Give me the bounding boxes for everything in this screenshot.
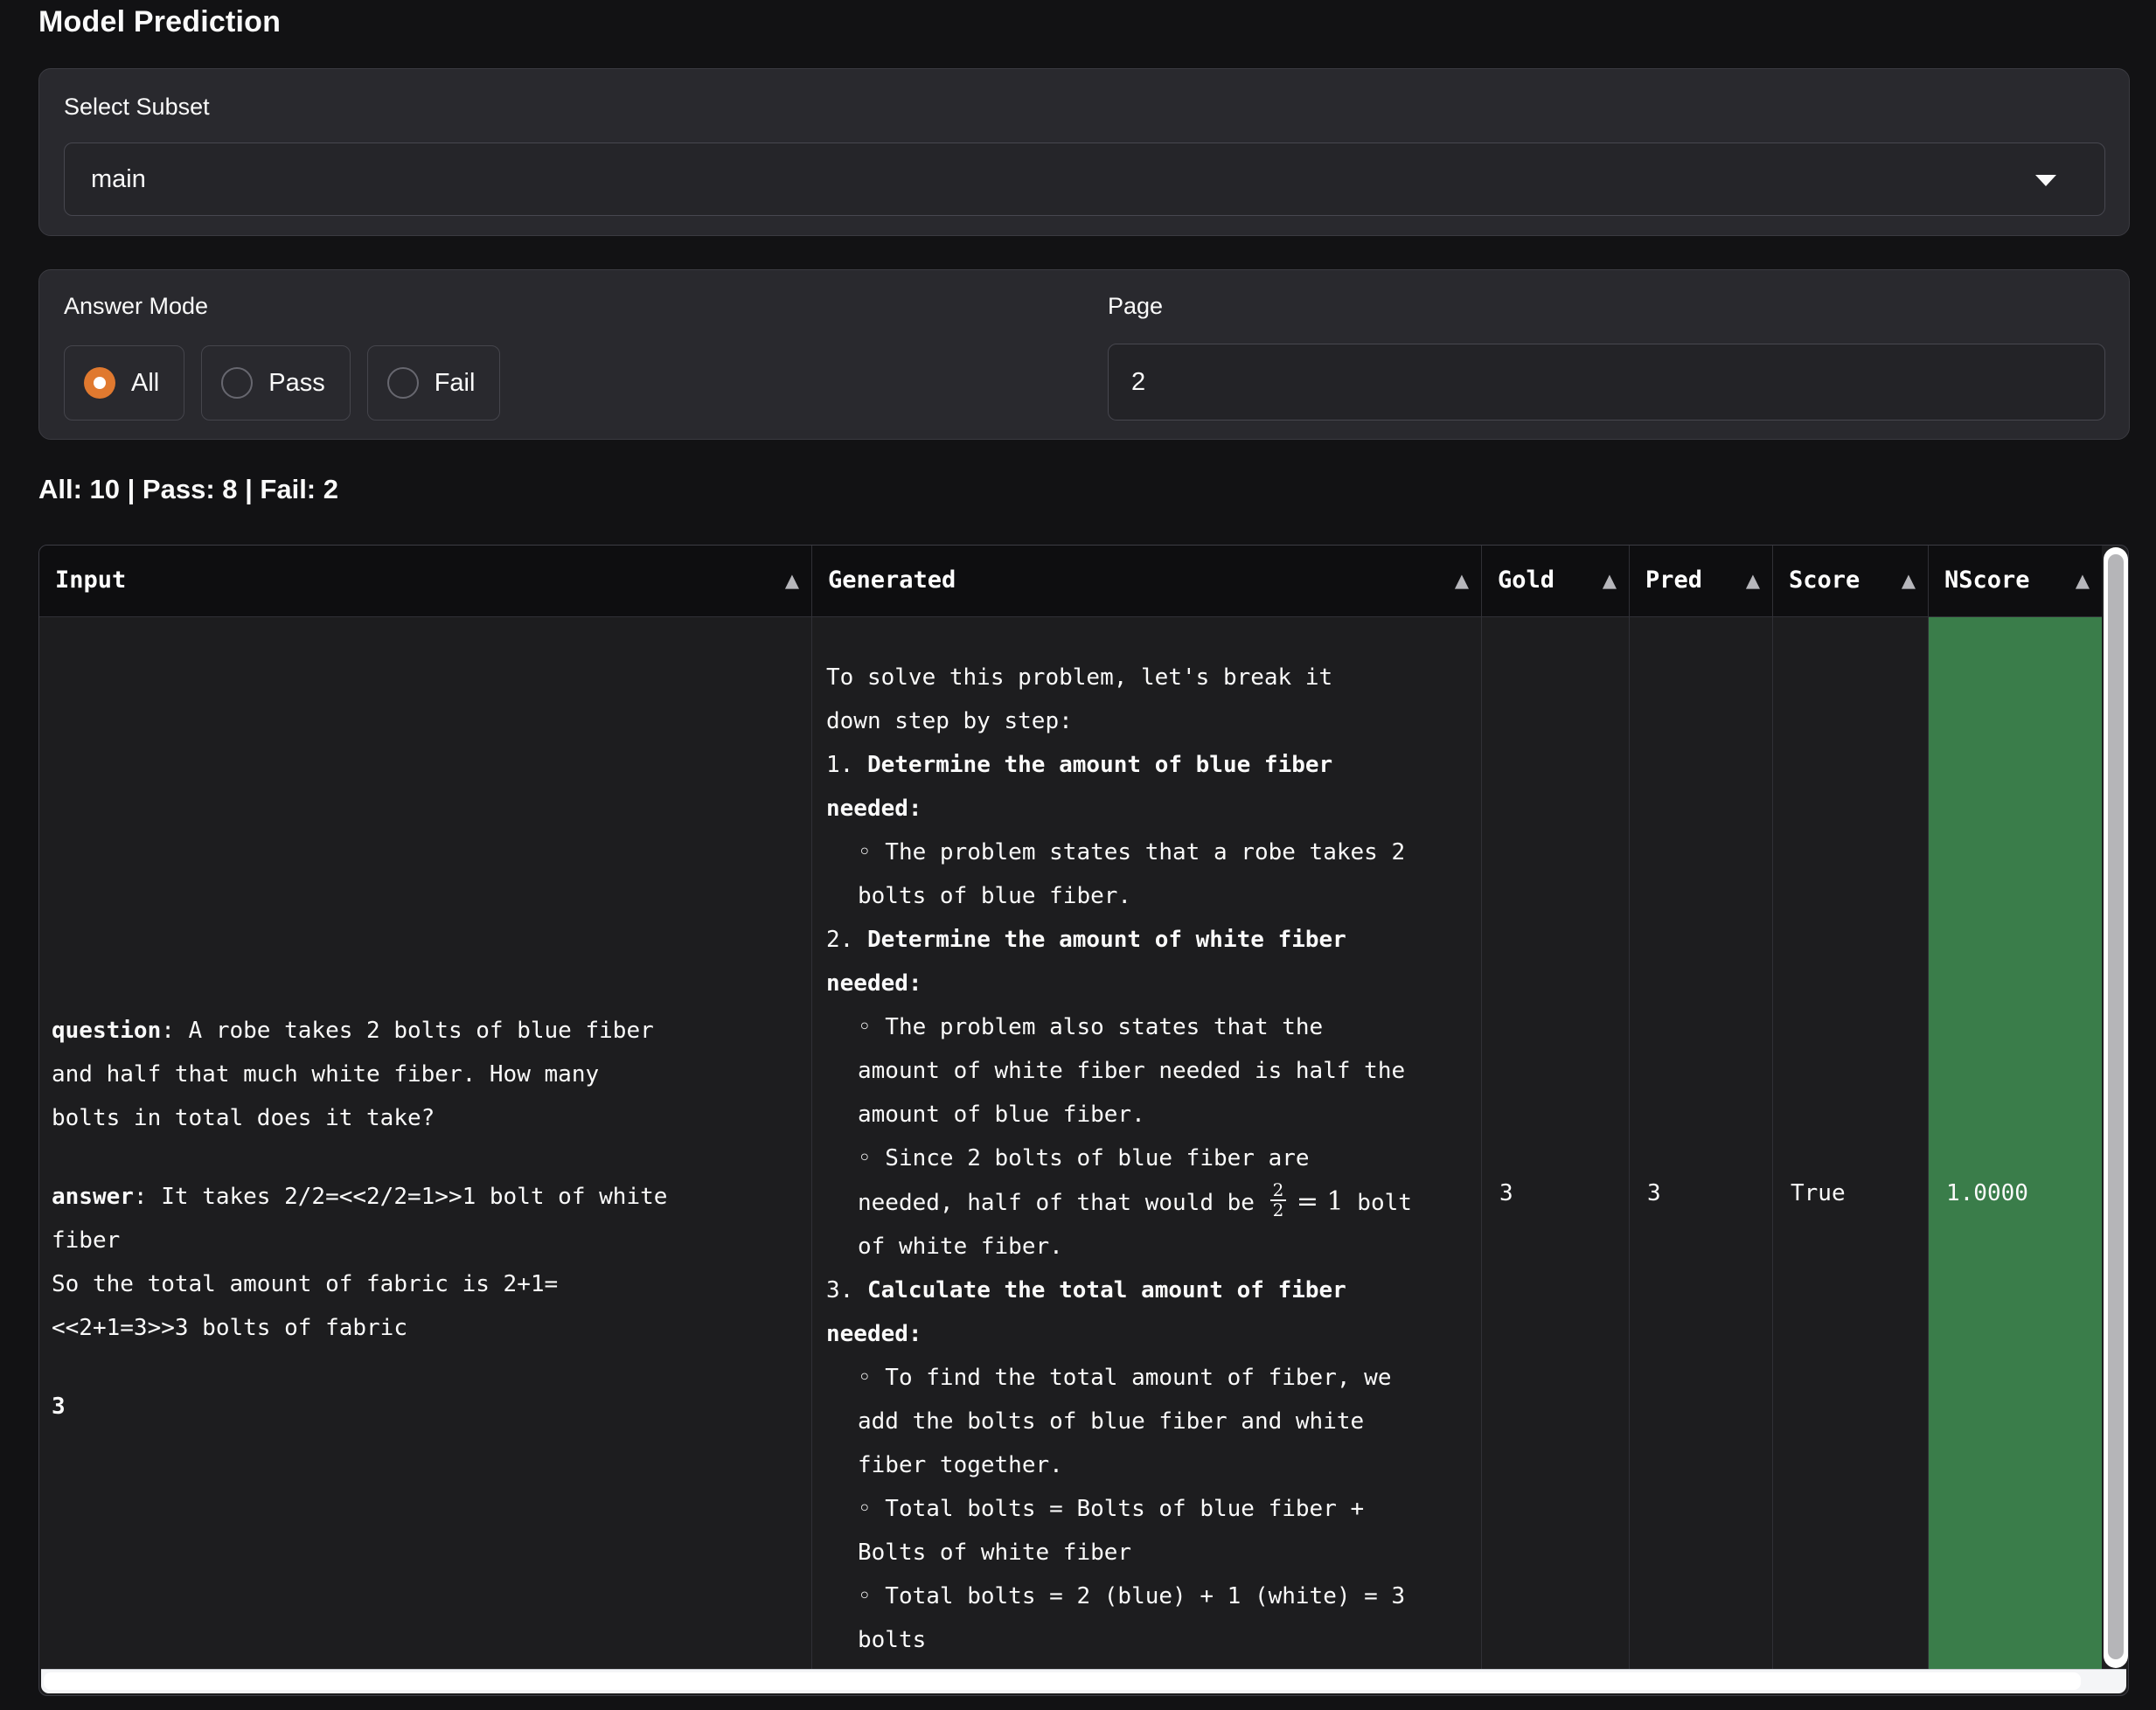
answer-mode-radio-group: All Pass Fail: [64, 345, 500, 421]
cell-generated: To solve this problem, let's break it do…: [812, 617, 1481, 1670]
column-header-label: NScore: [1944, 567, 2030, 594]
radio-option-pass[interactable]: Pass: [201, 345, 350, 421]
subset-label: Select Subset: [64, 94, 210, 121]
radio-option-label: Pass: [268, 369, 324, 398]
column-header-label: Input: [55, 567, 126, 594]
page-label: Page: [1108, 293, 1163, 320]
column-header-input[interactable]: Input ▲: [39, 546, 811, 617]
sort-ascending-icon: ▲: [785, 546, 799, 615]
text-block: answer: It takes 2/2=<<2/2=1>>1 bolt of …: [52, 1175, 797, 1350]
vertical-scrollbar[interactable]: [2104, 547, 2128, 1668]
text-block: question: A robe takes 2 bolts of blue f…: [52, 1009, 797, 1140]
radio-option-all[interactable]: All: [64, 345, 184, 421]
cell-pred: 3: [1630, 617, 1772, 1670]
text-block: 3. Calculate the total amount of fiber n…: [826, 1269, 1469, 1356]
column-generated: Generated ▲ To solve this problem, let's…: [812, 546, 1482, 1670]
column-header-score[interactable]: Score ▲: [1773, 546, 1928, 617]
subset-panel: Select Subset main: [38, 68, 2130, 236]
column-score: Score ▲ True: [1773, 546, 1929, 1670]
column-gold: Gold ▲ 3: [1482, 546, 1630, 1670]
horizontal-scrollbar[interactable]: [41, 1669, 2126, 1693]
column-header-label: Gold: [1498, 567, 1554, 594]
results-table: Input ▲ question: A robe takes 2 bolts o…: [38, 545, 2129, 1696]
sort-ascending-icon: ▲: [2076, 546, 2090, 615]
bullet-item: ◦ Since 2 bolts of blue fiber are needed…: [826, 1137, 1469, 1269]
sort-ascending-icon: ▲: [1455, 546, 1469, 615]
radio-option-fail[interactable]: Fail: [367, 345, 501, 421]
chevron-down-icon: [2035, 175, 2056, 186]
bullet-item: ◦ The problem also states that the amoun…: [826, 1005, 1469, 1137]
column-pred: Pred ▲ 3: [1630, 546, 1773, 1670]
column-header-pred[interactable]: Pred ▲: [1630, 546, 1772, 617]
cell-gold: 3: [1482, 617, 1629, 1670]
column-header-generated[interactable]: Generated ▲: [812, 546, 1481, 617]
column-header-label: Generated: [828, 567, 956, 594]
radio-option-label: Fail: [435, 369, 476, 398]
sort-ascending-icon: ▲: [1746, 546, 1760, 615]
text-block: 2. Determine the amount of white fiber n…: [826, 918, 1469, 1005]
math-fraction: 22: [1270, 1181, 1287, 1220]
text-block: 3: [52, 1385, 797, 1428]
column-header-nscore[interactable]: NScore ▲: [1929, 546, 2102, 617]
horizontal-scrollbar-thumb[interactable]: [44, 1672, 2081, 1690]
page-number-value: 2: [1131, 368, 1145, 397]
filter-panel: Answer Mode All Pass Fail Page 2: [38, 269, 2130, 440]
radio-icon: [387, 367, 419, 399]
column-nscore: NScore ▲ 1.0000: [1929, 546, 2102, 1670]
bullet-item: ◦ Total bolts = Bolts of blue fiber + Bo…: [826, 1487, 1469, 1574]
text-block: To solve this problem, let's break it do…: [826, 656, 1469, 743]
bullet-item: ◦ The problem states that a robe takes 2…: [826, 831, 1469, 918]
radio-option-label: All: [131, 369, 159, 398]
page-title: Model Prediction: [38, 5, 281, 39]
result-stats: All: 10 | Pass: 8 | Fail: 2: [38, 474, 338, 505]
column-header-label: Score: [1789, 567, 1860, 594]
cell-nscore: 1.0000: [1929, 617, 2102, 1670]
subset-selected-value: main: [91, 165, 146, 194]
bullet-item: ◦ To find the total amount of fiber, we …: [826, 1356, 1469, 1487]
column-header-label: Pred: [1645, 567, 1702, 594]
column-input: Input ▲ question: A robe takes 2 bolts o…: [39, 546, 812, 1670]
page-number-input[interactable]: 2: [1108, 344, 2105, 421]
bullet-item: ◦ Total bolts = 2 (blue) + 1 (white) = 3…: [826, 1574, 1469, 1662]
column-header-gold[interactable]: Gold ▲: [1482, 546, 1629, 617]
text-block: 1. Determine the amount of blue fiber ne…: [826, 743, 1469, 831]
answer-mode-label: Answer Mode: [64, 293, 208, 320]
cell-score: True: [1773, 617, 1928, 1670]
radio-icon: [221, 367, 253, 399]
sort-ascending-icon: ▲: [1603, 546, 1617, 615]
radio-icon: [84, 367, 115, 399]
subset-select[interactable]: main: [64, 142, 2105, 216]
cell-input: question: A robe takes 2 bolts of blue f…: [39, 617, 811, 1670]
vertical-scrollbar-thumb[interactable]: [2108, 554, 2124, 1659]
sort-ascending-icon: ▲: [1902, 546, 1916, 615]
